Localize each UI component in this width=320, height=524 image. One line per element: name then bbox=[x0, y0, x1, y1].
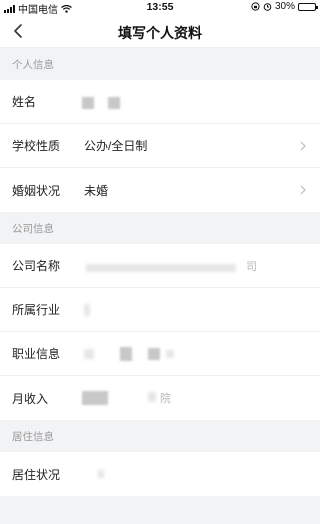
occupation-label: 职业信息 bbox=[12, 347, 61, 361]
residence-status-row[interactable]: 居住状况 bbox=[0, 452, 320, 496]
name-label: 姓名 bbox=[12, 95, 37, 109]
name-redacted-block bbox=[108, 97, 120, 109]
occupation-redacted bbox=[120, 347, 132, 361]
occupation-redacted bbox=[148, 348, 160, 360]
income-redacted bbox=[148, 392, 156, 402]
company-name-row[interactable]: 公司名称 司 bbox=[0, 244, 320, 288]
company-info-group: 公司名称 司 所属行业 职业信息 月收入 院 bbox=[0, 244, 320, 420]
income-partial: 院 bbox=[160, 393, 171, 405]
section-header-residence: 居住信息 bbox=[12, 430, 54, 443]
personal-info-group: 姓名 学校性质 公办/全日制 婚姻状况 未婚 bbox=[0, 80, 320, 212]
occupation-row[interactable]: 职业信息 bbox=[0, 332, 320, 376]
marital-status-row[interactable]: 婚姻状况 未婚 bbox=[0, 168, 320, 212]
school-type-row[interactable]: 学校性质 公办/全日制 bbox=[0, 124, 320, 168]
company-name-partial: 司 bbox=[246, 261, 257, 273]
occupation-redacted bbox=[84, 349, 94, 359]
battery-icon bbox=[298, 2, 318, 11]
residence-redacted bbox=[98, 470, 104, 478]
chevron-right-icon bbox=[300, 185, 306, 195]
school-type-value: 公办/全日制 bbox=[84, 139, 148, 153]
company-name-label: 公司名称 bbox=[12, 259, 61, 273]
school-type-label: 学校性质 bbox=[12, 139, 61, 153]
lock-rotation-icon bbox=[251, 2, 260, 11]
industry-redacted bbox=[84, 304, 90, 316]
alarm-icon bbox=[263, 3, 272, 11]
chevron-right-icon bbox=[300, 141, 306, 151]
occupation-redacted bbox=[166, 350, 174, 358]
marital-status-value: 未婚 bbox=[84, 183, 109, 198]
name-row[interactable]: 姓名 bbox=[0, 80, 320, 124]
nav-bar: 填写个人资料 bbox=[0, 14, 320, 48]
monthly-income-label: 月收入 bbox=[12, 391, 49, 406]
residence-info-group: 居住状况 bbox=[0, 452, 320, 496]
marital-status-label: 婚姻状况 bbox=[12, 183, 61, 198]
section-header-personal: 个人信息 bbox=[12, 58, 54, 71]
industry-label: 所属行业 bbox=[12, 303, 61, 317]
name-redacted-block bbox=[82, 97, 94, 109]
page-title: 填写个人资料 bbox=[118, 25, 202, 41]
status-bar: 中国电信 13:55 30% bbox=[0, 0, 320, 16]
battery-percent: 30% bbox=[274, 1, 295, 12]
industry-row[interactable]: 所属行业 bbox=[0, 288, 320, 332]
residence-status-label: 居住状况 bbox=[12, 467, 61, 482]
company-name-redacted bbox=[86, 264, 236, 272]
section-header-company: 公司信息 bbox=[12, 222, 54, 235]
income-redacted bbox=[82, 391, 108, 405]
monthly-income-row[interactable]: 月收入 院 bbox=[0, 376, 320, 420]
